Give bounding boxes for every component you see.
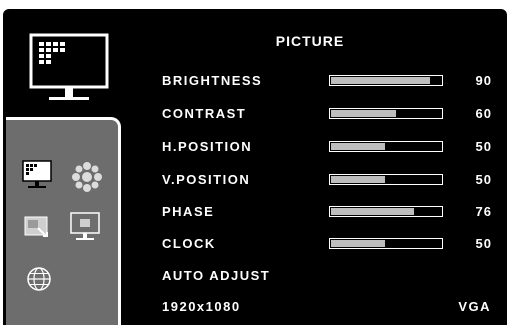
v-position-row[interactable]: V.POSITION 50 bbox=[162, 170, 497, 190]
brightness-value: 90 bbox=[475, 73, 492, 88]
phase-slider[interactable] bbox=[329, 206, 443, 217]
clock-slider-fill bbox=[331, 240, 385, 247]
clock-label: CLOCK bbox=[162, 236, 216, 251]
contrast-slider-fill bbox=[331, 110, 397, 117]
v-position-slider[interactable] bbox=[329, 174, 443, 185]
v-position-value: 50 bbox=[475, 172, 492, 187]
contrast-row[interactable]: CONTRAST 60 bbox=[162, 104, 497, 124]
display-settings-tab-icon[interactable] bbox=[70, 212, 100, 247]
h-position-label: H.POSITION bbox=[162, 139, 253, 154]
brightness-slider-fill bbox=[331, 77, 430, 84]
picture-menu-icon bbox=[29, 33, 109, 110]
phase-label: PHASE bbox=[162, 204, 215, 219]
h-position-row[interactable]: H.POSITION 50 bbox=[162, 137, 497, 157]
clock-value: 50 bbox=[475, 236, 492, 251]
clock-row[interactable]: CLOCK 50 bbox=[162, 234, 497, 254]
color-tab-icon[interactable] bbox=[72, 162, 102, 197]
h-position-slider[interactable] bbox=[329, 141, 443, 152]
phase-value: 76 bbox=[475, 204, 492, 219]
v-position-label: V.POSITION bbox=[162, 172, 251, 187]
language-tab-icon[interactable] bbox=[26, 266, 52, 297]
brightness-row[interactable]: BRIGHTNESS 90 bbox=[162, 71, 497, 91]
h-position-slider-fill bbox=[331, 143, 385, 150]
picture-tab-icon[interactable] bbox=[22, 160, 52, 195]
auto-adjust-row[interactable]: AUTO ADJUST bbox=[162, 266, 497, 286]
menu-tabs-panel bbox=[6, 117, 121, 325]
phase-slider-fill bbox=[331, 208, 415, 215]
menu-title: PICTURE bbox=[275, 33, 345, 49]
auto-adjust-label[interactable]: AUTO ADJUST bbox=[162, 266, 270, 286]
h-position-value: 50 bbox=[475, 139, 492, 154]
clock-slider[interactable] bbox=[329, 238, 443, 249]
contrast-label: CONTRAST bbox=[162, 106, 247, 121]
brightness-slider[interactable] bbox=[329, 75, 443, 86]
contrast-slider[interactable] bbox=[329, 108, 443, 119]
input-source-readout: VGA bbox=[458, 299, 491, 314]
contrast-value: 60 bbox=[475, 106, 492, 121]
brightness-label: BRIGHTNESS bbox=[162, 73, 263, 88]
phase-row[interactable]: PHASE 76 bbox=[162, 202, 497, 222]
resolution-readout: 1920x1080 bbox=[162, 299, 241, 314]
image-adjust-tab-icon[interactable] bbox=[24, 216, 54, 247]
v-position-slider-fill bbox=[331, 176, 385, 183]
